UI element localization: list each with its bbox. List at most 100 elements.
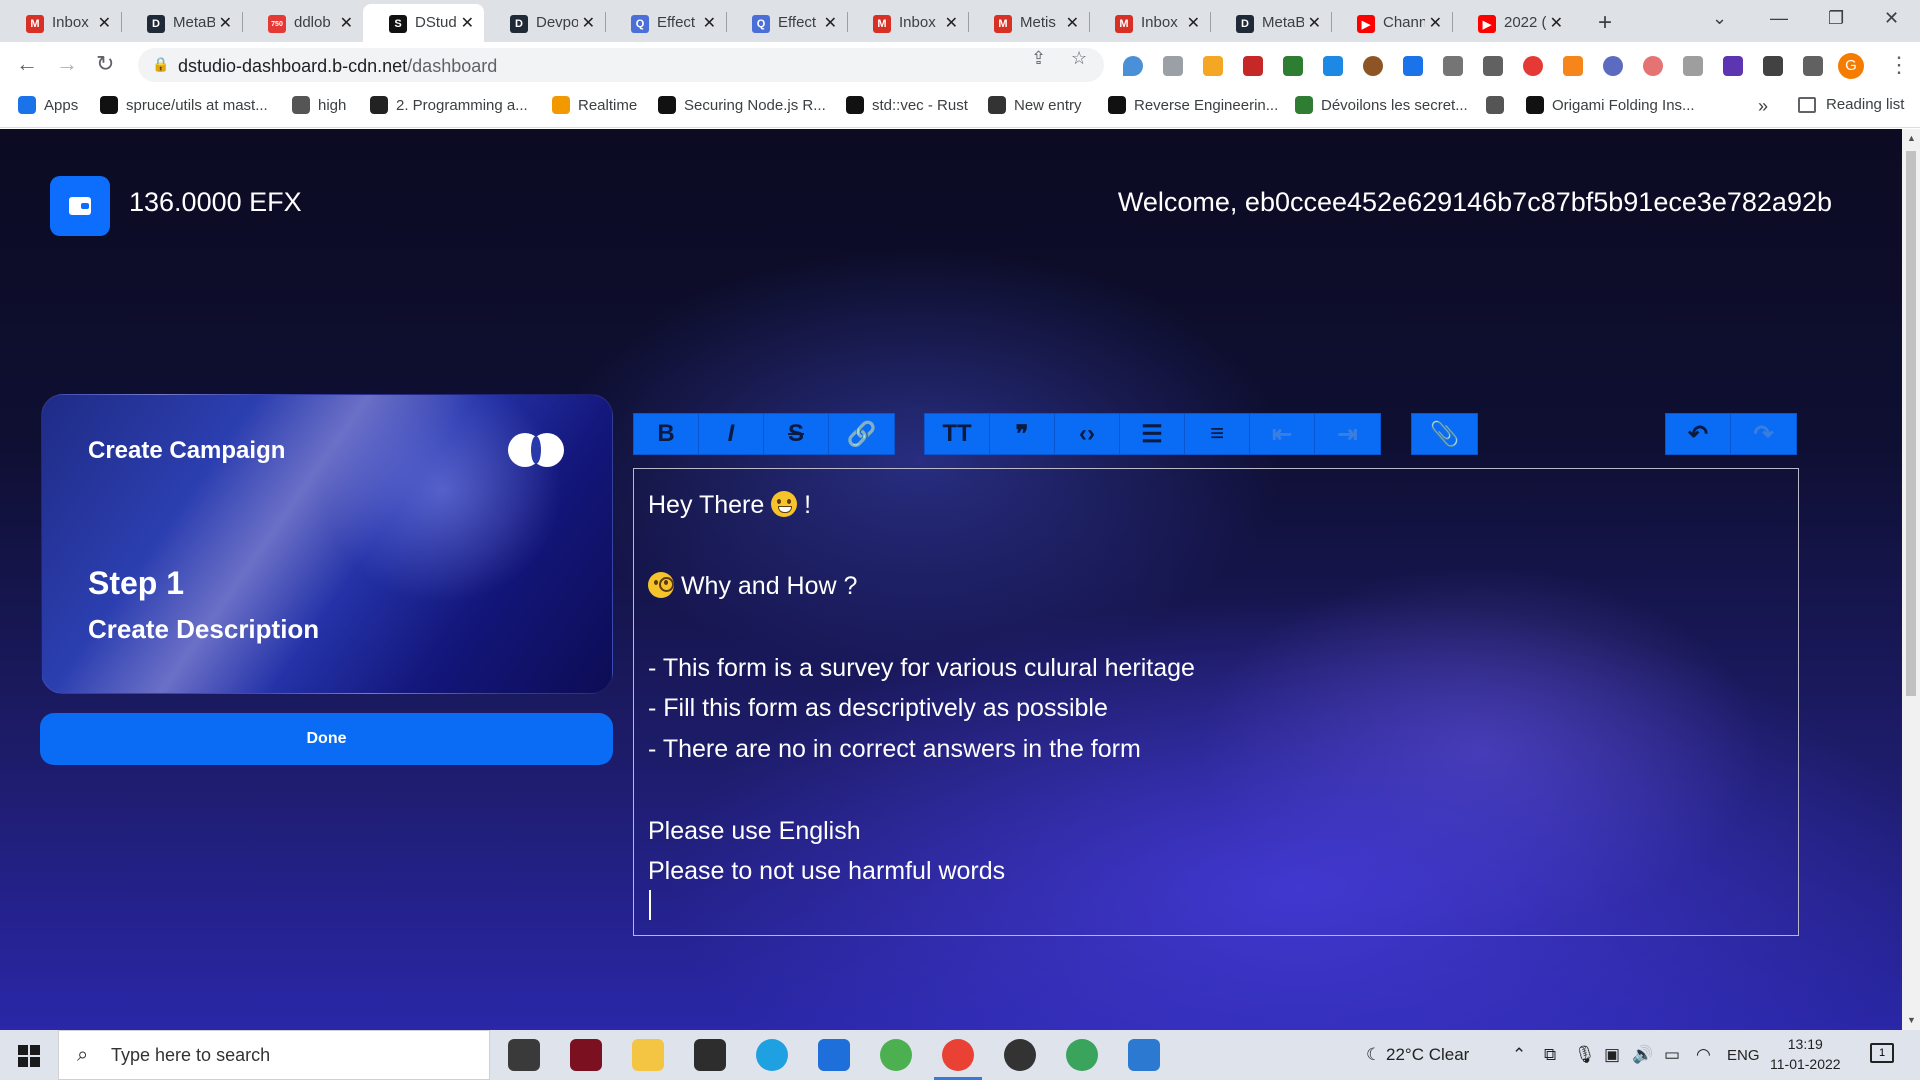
description-editor[interactable]: Hey There ! Why and How ? - This form is…	[633, 468, 1799, 936]
utorrent-icon[interactable]	[880, 1039, 912, 1071]
tab-close-icon[interactable]: ✕	[1066, 13, 1079, 33]
metamask-icon[interactable]	[1563, 56, 1583, 76]
back-icon[interactable]: ←	[16, 51, 38, 77]
tab-close-icon[interactable]: ✕	[945, 13, 958, 33]
extension-gear-icon[interactable]	[1443, 56, 1463, 76]
tab-close-icon[interactable]: ✕	[1550, 13, 1563, 33]
tab-close-icon[interactable]: ✕	[219, 13, 232, 33]
browser-tab[interactable]: D Devpo ✕	[484, 4, 605, 42]
media-control-icon[interactable]	[1803, 56, 1823, 76]
redo-button[interactable]: ↷	[1731, 414, 1796, 454]
profile-avatar[interactable]: G	[1838, 53, 1864, 79]
chrome-icon[interactable]	[934, 1039, 982, 1080]
tab-close-icon[interactable]: ✕	[340, 13, 353, 33]
browser-tab[interactable]: 750 ddlob ✕	[242, 4, 363, 42]
extension-opera-icon[interactable]	[1523, 56, 1543, 76]
battery-icon[interactable]: ▭	[1664, 1045, 1680, 1065]
notifications-icon[interactable]: 1	[1870, 1043, 1894, 1063]
wallet-icon[interactable]	[50, 176, 110, 236]
chevron-down-icon[interactable]: ⌄	[1712, 8, 1727, 29]
extension-book-icon[interactable]	[1243, 56, 1263, 76]
tab-close-icon[interactable]: ✕	[461, 13, 474, 33]
taskbar-search[interactable]: ⌕ Type here to search	[58, 1030, 490, 1080]
page-scrollbar[interactable]: ▲ ▼	[1902, 129, 1920, 1030]
system-clock[interactable]: 13:19 11-01-2022	[1770, 1034, 1841, 1074]
edge-icon[interactable]	[756, 1039, 788, 1071]
browser-tab[interactable]: D MetaB ✕	[121, 4, 242, 42]
tab-close-icon[interactable]: ✕	[1187, 13, 1200, 33]
code-button[interactable]: ‹›	[1055, 414, 1120, 454]
attach-button[interactable]: 📎	[1412, 414, 1477, 454]
scroll-up-icon[interactable]: ▲	[1907, 133, 1916, 143]
browser-tab[interactable]: D MetaB ✕	[1210, 4, 1331, 42]
browser-tab[interactable]: M Metis ✕	[968, 4, 1089, 42]
tab-close-icon[interactable]: ✕	[1429, 13, 1442, 33]
tab-close-icon[interactable]: ✕	[582, 13, 595, 33]
reading-list[interactable]: Reading list	[1798, 96, 1904, 113]
extension-screen-icon[interactable]	[1403, 56, 1423, 76]
browser-menu-icon[interactable]: ⋮	[1888, 52, 1910, 78]
file-explorer-icon[interactable]	[632, 1039, 664, 1071]
wifi-icon[interactable]: ◠	[1696, 1045, 1711, 1065]
browser-tab[interactable]: M Inbox ✕	[0, 4, 121, 42]
extension-link-icon[interactable]	[1163, 56, 1183, 76]
atom-icon[interactable]	[1066, 1039, 1098, 1071]
decrease-indent-button[interactable]: ⇤	[1250, 414, 1315, 454]
kali-app-icon[interactable]	[570, 1039, 602, 1071]
undo-button[interactable]: ↶	[1666, 414, 1731, 454]
weather-widget[interactable]: ☾ 22°C Clear	[1366, 1045, 1469, 1065]
bookmark-item[interactable]: Realtime	[552, 96, 637, 114]
browser-tab[interactable]: M Inbox ✕	[847, 4, 968, 42]
bookmark-star-icon[interactable]: ☆	[1071, 48, 1087, 69]
extension-translate-icon[interactable]	[1323, 56, 1343, 76]
extension-ghost-icon[interactable]	[1483, 56, 1503, 76]
tab-close-icon[interactable]: ✕	[98, 13, 111, 33]
bullet-list-button[interactable]: ☰	[1120, 414, 1185, 454]
mail-icon[interactable]	[818, 1039, 850, 1071]
display-icon[interactable]: ▣	[1604, 1045, 1620, 1065]
extension-drop-icon[interactable]	[1123, 56, 1143, 76]
share-icon[interactable]: ⇪	[1031, 48, 1046, 69]
bookmark-item[interactable]: Origami Folding Ins...	[1526, 96, 1695, 114]
windows-start-icon[interactable]	[18, 1045, 40, 1067]
bookmark-item[interactable]: Apps	[18, 96, 78, 114]
quote-button[interactable]: ❞	[990, 414, 1055, 454]
extensions-puzzle-icon[interactable]	[1763, 56, 1783, 76]
minimize-icon[interactable]: —	[1770, 8, 1788, 29]
store-icon[interactable]	[508, 1039, 540, 1071]
increase-indent-button[interactable]: ⇥	[1315, 414, 1380, 454]
bookmark-item[interactable]: Securing Node.js R...	[658, 96, 826, 114]
extension-bug-icon[interactable]	[1723, 56, 1743, 76]
tab-close-icon[interactable]: ✕	[1308, 13, 1321, 33]
new-tab-icon[interactable]: +	[1598, 9, 1612, 37]
tray-overflow-icon[interactable]: ⌃	[1512, 1045, 1526, 1065]
strikethrough-button[interactable]: S	[764, 414, 829, 454]
browser-tab[interactable]: ▶ 2022 (✕	[1452, 4, 1573, 42]
tab-close-icon[interactable]: ✕	[824, 13, 837, 33]
address-bar[interactable]: 🔒 dstudio-dashboard.b-cdn.net/dashboard	[138, 48, 1104, 82]
meet-now-icon[interactable]: ⧉	[1544, 1045, 1556, 1065]
reload-icon[interactable]: ↻	[96, 51, 114, 77]
volume-icon[interactable]: 🔊	[1632, 1045, 1653, 1065]
link-button[interactable]: 🔗	[829, 414, 894, 454]
close-window-icon[interactable]: ✕	[1884, 8, 1899, 29]
scroll-down-icon[interactable]: ▼	[1907, 1015, 1916, 1025]
extension-pen-icon[interactable]	[1203, 56, 1223, 76]
extension-cookie-icon[interactable]	[1363, 56, 1383, 76]
bookmark-item[interactable]	[1486, 96, 1512, 114]
bookmarks-overflow-icon[interactable]: »	[1758, 96, 1768, 117]
forward-icon[interactable]: →	[56, 51, 78, 77]
bookmark-item[interactable]: spruce/utils at mast...	[100, 96, 268, 114]
lock-icon[interactable]: 🔒	[152, 56, 169, 73]
number-list-button[interactable]: ≡	[1185, 414, 1250, 454]
extension-c-icon[interactable]	[1683, 56, 1703, 76]
tab-close-icon[interactable]: ✕	[703, 13, 716, 33]
browser-tab[interactable]: M Inbox ✕	[1089, 4, 1210, 42]
browser-tab[interactable]: S DStud ✕	[363, 4, 484, 42]
extension-circle-icon[interactable]	[1603, 56, 1623, 76]
extension-excel-icon[interactable]	[1283, 56, 1303, 76]
url-text[interactable]: dstudio-dashboard.b-cdn.net/dashboard	[178, 56, 497, 77]
unity-icon[interactable]	[694, 1039, 726, 1071]
browser-tab[interactable]: Q Effect ✕	[726, 4, 847, 42]
italic-button[interactable]: I	[699, 414, 764, 454]
